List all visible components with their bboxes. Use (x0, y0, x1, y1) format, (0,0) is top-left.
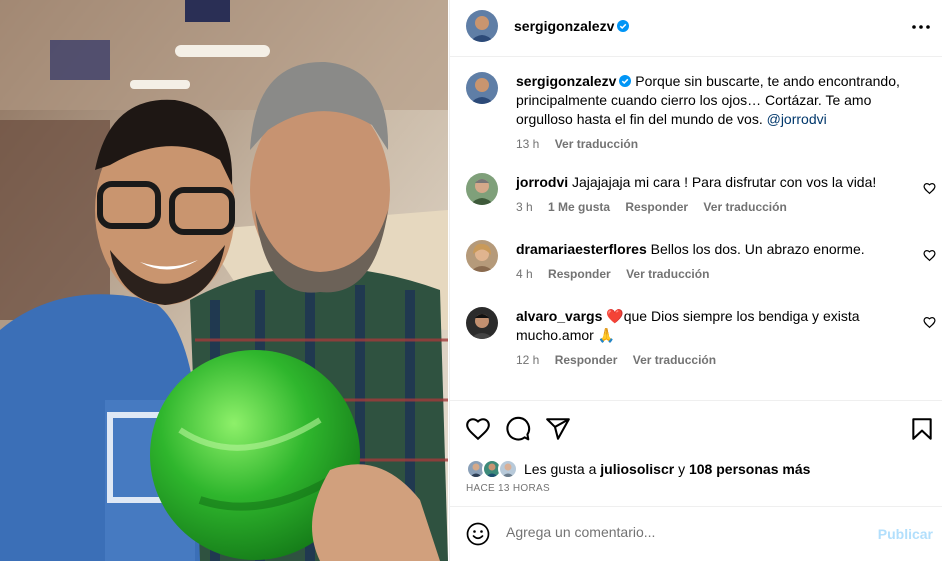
translate-button[interactable]: Ver traducción (633, 353, 716, 367)
comment-like-heart-icon[interactable] (923, 316, 936, 329)
heart-icon[interactable] (465, 416, 491, 442)
reply-button[interactable]: Responder (555, 353, 618, 367)
comment-time: 12 h (516, 353, 540, 367)
liker-avatar (498, 459, 518, 479)
avatar-image (466, 173, 498, 205)
likes-count-link[interactable]: 108 personas más (689, 461, 810, 477)
more-icon[interactable] (911, 17, 931, 37)
post-image (0, 0, 448, 561)
reply-button[interactable]: Responder (548, 267, 611, 281)
commenter-avatar[interactable] (466, 307, 498, 339)
commenter-avatar[interactable] (466, 173, 498, 205)
translate-button[interactable]: Ver traducción (626, 267, 709, 281)
comments-list[interactable]: sergigonzalezv Porque sin buscarte, te a… (450, 57, 942, 401)
caption-time: 13 h (516, 137, 540, 151)
translate-button[interactable]: Ver traducción (703, 200, 786, 214)
likes-summary: Les gusta a juliosoliscr y 108 personas … (466, 458, 810, 480)
avatar-image (466, 72, 498, 104)
post-photo[interactable] (0, 0, 448, 561)
comment-input[interactable] (506, 524, 856, 540)
liker-avatars[interactable] (466, 459, 520, 479)
caption-body: sergigonzalezv Porque sin buscarte, te a… (516, 72, 916, 154)
comment-text: Jajajajaja mi cara ! Para disfrutar con … (572, 174, 877, 190)
comment-meta: 12 h Responder Ver traducción (516, 351, 896, 370)
post-header: sergigonzalezv (450, 0, 942, 57)
author-avatar[interactable] (466, 10, 498, 42)
post-timestamp[interactable]: HACE 13 HORAS (466, 483, 550, 494)
verified-badge-icon (619, 75, 632, 87)
post-panel: sergigonzalezv sergigonzalezv Porque sin… (449, 0, 942, 561)
comment-text: Bellos los dos. Un abrazo enorme. (650, 241, 865, 257)
comment-like-heart-icon[interactable] (923, 249, 936, 262)
caption-meta: 13 h Ver traducción (516, 135, 916, 154)
avatar-image (466, 10, 498, 42)
bookmark-icon[interactable] (909, 416, 935, 442)
caption-username[interactable]: sergigonzalezv (516, 73, 616, 89)
post-actions: Les gusta a juliosoliscr y 108 personas … (450, 401, 942, 507)
likes-text: Les gusta a juliosoliscr y 108 personas … (524, 461, 811, 477)
comment-like-heart-icon[interactable] (923, 182, 936, 195)
verified-badge-icon (617, 20, 630, 32)
reply-button[interactable]: Responder (625, 200, 688, 214)
translate-button[interactable]: Ver traducción (555, 137, 638, 151)
liker-username[interactable]: juliosoliscr (600, 461, 674, 477)
comment-composer: Publicar (450, 507, 942, 561)
comment-icon[interactable] (505, 416, 531, 442)
author-username[interactable]: sergigonzalezv (514, 18, 614, 34)
publish-button[interactable]: Publicar (878, 526, 933, 542)
comment-meta: 4 h Responder Ver traducción (516, 265, 916, 284)
caption-avatar[interactable] (466, 72, 498, 104)
caption-mention[interactable]: @jorrodvi (767, 111, 827, 127)
comment-likes[interactable]: 1 Me gusta (548, 200, 610, 214)
comment-username[interactable]: dramariaesterflores (516, 241, 647, 257)
comment-meta: 3 h 1 Me gusta Responder Ver traducción (516, 198, 916, 217)
comment-username[interactable]: jorrodvi (516, 174, 568, 190)
avatar-image (466, 307, 498, 339)
avatar-image (466, 240, 498, 272)
comment-username[interactable]: alvaro_vargs (516, 308, 602, 324)
emoji-icon[interactable] (466, 522, 490, 546)
commenter-avatar[interactable] (466, 240, 498, 272)
comment-time: 3 h (516, 200, 533, 214)
send-icon[interactable] (545, 416, 571, 442)
comment-time: 4 h (516, 267, 533, 281)
